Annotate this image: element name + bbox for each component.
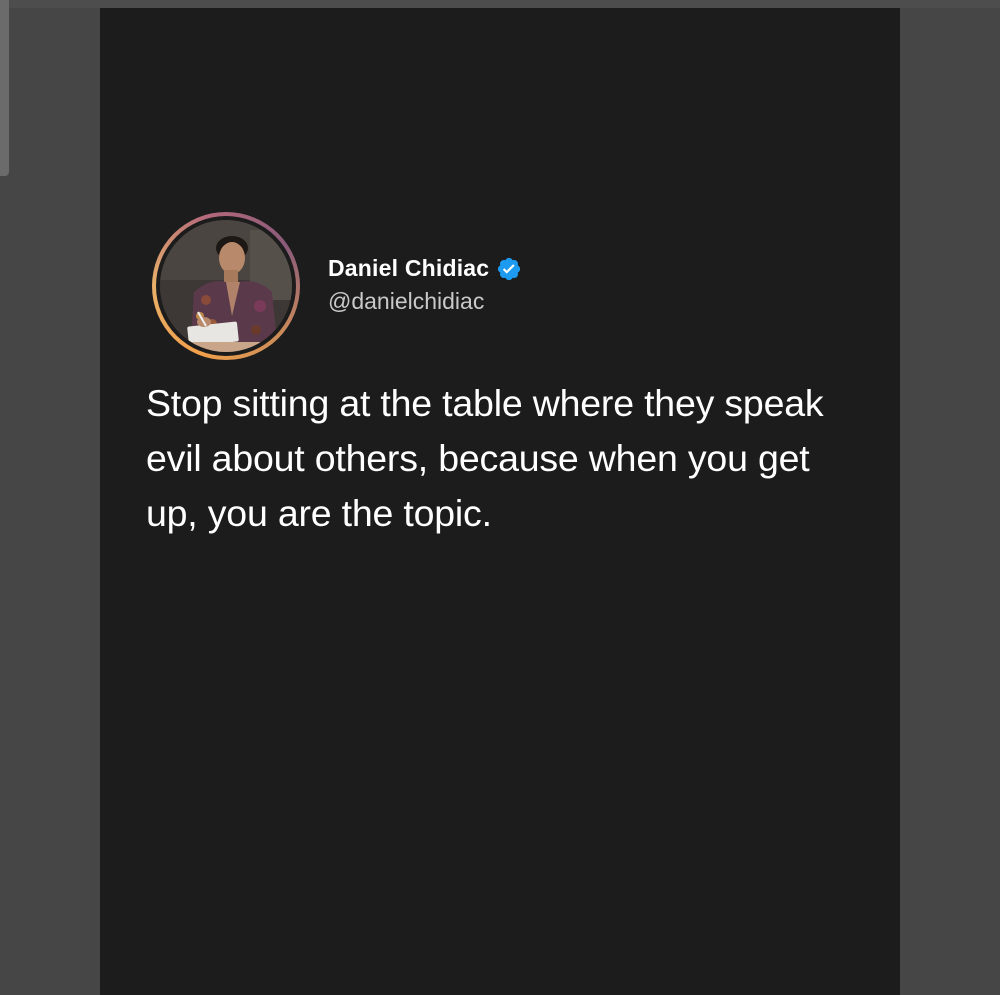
verified-badge-icon <box>496 256 522 282</box>
top-border <box>0 0 1000 8</box>
post-header: Daniel Chidiac @danielchidiac <box>152 212 522 360</box>
name-row: Daniel Chidiac <box>328 255 522 282</box>
post-card: Daniel Chidiac @danielchidiac Stop sitti… <box>100 8 900 995</box>
avatar-story-ring[interactable] <box>152 212 300 360</box>
author-handle[interactable]: @danielchidiac <box>328 288 522 315</box>
avatar[interactable] <box>160 220 292 352</box>
author-display-name[interactable]: Daniel Chidiac <box>328 255 489 282</box>
post-text: Stop sitting at the table where they spe… <box>146 382 824 534</box>
edge-scroll-tab[interactable] <box>0 0 9 176</box>
author-info: Daniel Chidiac @danielchidiac <box>328 255 522 315</box>
screenshot-background: Daniel Chidiac @danielchidiac Stop sitti… <box>0 0 1000 995</box>
profile-photo <box>160 220 292 352</box>
